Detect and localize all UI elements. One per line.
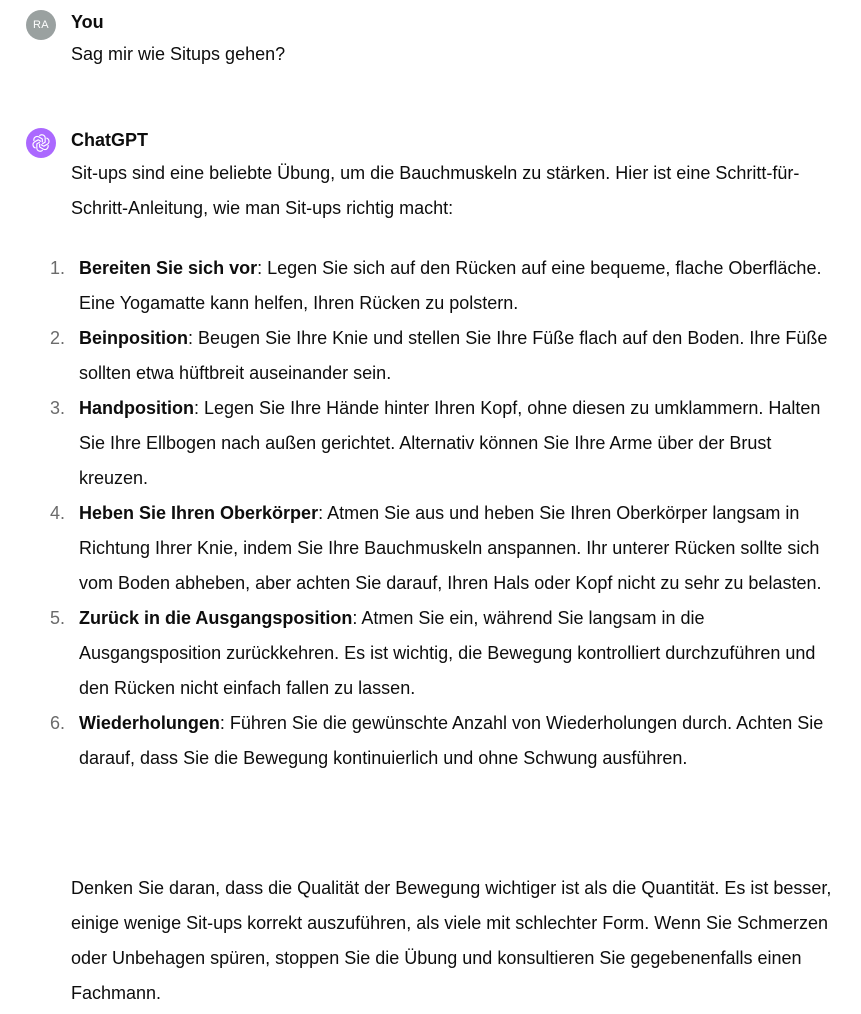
list-item-number: 3.	[50, 398, 66, 418]
list-item-title: Wiederholungen	[79, 713, 220, 733]
list-item-title: Zurück in die Ausgangsposition	[79, 608, 353, 628]
list-item-number: 2.	[50, 328, 66, 348]
openai-logo-icon	[32, 134, 50, 152]
list-item: 4. Heben Sie Ihren Oberkörper: Atmen Sie …	[43, 496, 839, 601]
chatgpt-avatar	[26, 128, 56, 158]
list-item-number: 6.	[50, 713, 66, 733]
assistant-outro-text: Denken Sie daran, dass die Qualität der …	[71, 878, 832, 1003]
user-message-text: Sag mir wie Situps gehen?	[71, 44, 286, 64]
list-item-text: : Beugen Sie Ihre Knie und stellen Sie I…	[79, 328, 828, 383]
list-item: 2. Beinposition: Beugen Sie Ihre Knie und…	[43, 321, 839, 391]
list-item-title: Heben Sie Ihren Oberkörper	[79, 503, 319, 523]
list-item-title: Handposition	[79, 398, 194, 418]
assistant-intro-text: Sit-ups sind eine beliebte Übung, um die…	[71, 163, 800, 218]
user-avatar: RA	[26, 10, 56, 40]
user-author-name: You	[71, 12, 104, 32]
assistant-author-name: ChatGPT	[71, 130, 149, 150]
list-item: 3. Handposition: Legen Sie Ihre Hände hin…	[43, 391, 839, 496]
list-item: 1. Bereiten Sie sich vor: Legen Sie sich …	[43, 251, 839, 321]
list-item: 5. Zurück in die Ausgangsposition: Atmen …	[43, 601, 839, 706]
list-item-title: Bereiten Sie sich vor	[79, 258, 258, 278]
list-item: 6. Wiederholungen: Führen Sie die gewünsc…	[43, 706, 839, 776]
list-item-number: 5.	[50, 608, 66, 628]
instruction-list: 1. Bereiten Sie sich vor: Legen Sie sich …	[43, 251, 839, 776]
list-item-title: Beinposition	[79, 328, 188, 348]
list-item-number: 4.	[50, 503, 66, 523]
list-item-number: 1.	[50, 258, 66, 278]
